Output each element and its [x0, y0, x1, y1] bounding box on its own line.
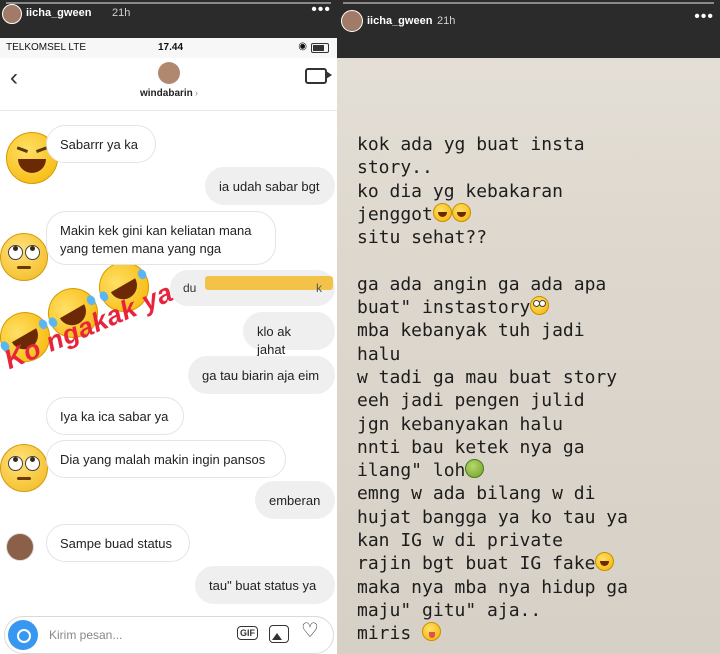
story-line-text: story..: [357, 157, 433, 179]
story-line-text: buat" instastory: [357, 297, 531, 319]
story-line: situ sehat??: [357, 226, 628, 249]
rolling-laughing-icon: [451, 202, 471, 222]
story-line: story..: [357, 156, 628, 179]
contact-avatar-small: [6, 533, 34, 561]
right-story-header: iicha_gween 21h •••: [337, 0, 720, 58]
message-bubble: klo ak jahat: [243, 312, 335, 357]
location-icon: ◉: [298, 41, 307, 52]
message-input-placeholder[interactable]: Kirim pesan...: [49, 628, 122, 642]
story-progress-bar: [343, 2, 714, 4]
more-options-icon[interactable]: •••: [694, 8, 714, 26]
story-line-text: w tadi ga mau buat story: [357, 366, 618, 388]
story-progress-bar: [6, 2, 331, 4]
story-line: eeh jadi pengen julid: [357, 389, 628, 412]
story-line: hujat bangga ya ko tau ya: [357, 506, 628, 529]
story-line-text: jenggot: [357, 203, 433, 225]
nauseated-icon: [465, 459, 485, 479]
story-line: ga ada angin ga ada apa: [357, 273, 628, 296]
redaction-highlight: [205, 276, 333, 290]
story-avatar[interactable]: [341, 10, 363, 32]
message-bubble: Makin kek gini kan keliatan mana yang te…: [46, 211, 276, 265]
story-line-text: situ sehat??: [357, 227, 488, 249]
eye-roll-emoji-icon: [0, 444, 48, 492]
image-icon[interactable]: [269, 625, 289, 643]
story-line: mba kebanyak tuh jadi: [357, 319, 628, 342]
story-line: jgn kebanyakan halu: [357, 413, 628, 436]
phone-status-bar: TELKOMSEL LTE 17.44 ◉: [0, 38, 337, 58]
story-line-text: ga ada angin ga ada apa: [357, 273, 607, 295]
gif-icon[interactable]: GIF: [237, 626, 258, 640]
battery-icon: [311, 43, 329, 53]
story-line: nnti bau ketek nya ga: [357, 436, 628, 459]
message-bubble: tau" buat status ya: [195, 566, 335, 604]
story-line-text: hujat bangga ya ko tau ya: [357, 506, 628, 528]
contact-name-text: windabarin: [140, 88, 193, 99]
story-avatar[interactable]: [2, 4, 22, 24]
story-line: [357, 249, 628, 272]
story-line: miris: [357, 622, 628, 645]
heart-icon[interactable]: ♡: [301, 621, 319, 641]
story-username[interactable]: iicha_gween: [26, 7, 91, 19]
story-line: maka nya mba nya hidup ga: [357, 576, 628, 599]
camera-icon[interactable]: [8, 620, 38, 650]
story-line-text: halu: [357, 343, 401, 365]
story-line: kan IG w di private: [357, 529, 628, 552]
message-bubble: ga tau biarin aja eim: [188, 356, 335, 394]
back-icon[interactable]: ‹: [10, 64, 18, 92]
story-line-text: kok ada yg buat insta: [357, 134, 585, 155]
story-line: emng w ada bilang w di: [357, 482, 628, 505]
message-bubble: emberan: [255, 481, 335, 519]
story-line-text: miris: [357, 623, 423, 645]
story-line: jenggot: [357, 202, 628, 226]
story-line: buat" instastory: [357, 296, 628, 319]
story-line-text: emng w ada bilang w di: [357, 483, 596, 505]
message-bubble: Iya ka ica sabar ya: [46, 397, 184, 435]
story-text-block: kok ada yg buat insta story.. ko dia yg ke…: [357, 133, 628, 646]
status-clock: 17.44: [158, 42, 184, 53]
story-line-text: maju" gitu" aja..: [357, 599, 542, 621]
more-options-icon[interactable]: •••: [311, 1, 331, 19]
redacted-prefix: du: [183, 281, 197, 295]
story-line-text: jgn kebanyakan halu: [357, 413, 563, 435]
story-line: ilang" loh: [357, 459, 628, 482]
story-line: maju" gitu" aja..: [357, 599, 628, 622]
rolling-laughing-icon: [432, 202, 452, 222]
story-line: halu: [357, 343, 628, 366]
story-line-text: ko dia yg kebakaran: [357, 180, 563, 202]
message-composer[interactable]: Kirim pesan... GIF ♡: [4, 616, 334, 654]
message-bubble: Sabarrr ya ka: [46, 125, 156, 163]
story-line: kok ada yg buat insta: [357, 133, 628, 156]
rolling-laughing-icon: [595, 552, 615, 572]
contact-name[interactable]: windabarin ›: [140, 88, 198, 99]
message-bubble: Sampe buad status: [46, 524, 190, 562]
story-line-text: kan IG w di private: [357, 530, 563, 552]
story-time: 21h: [112, 7, 131, 19]
story-line-text: eeh jadi pengen julid: [357, 390, 585, 412]
right-story-panel: iicha_gween 21h ••• kok ada yg buat inst…: [337, 0, 720, 654]
zany-face-icon: [422, 622, 442, 642]
video-call-icon[interactable]: [305, 68, 332, 84]
message-bubble: Dia yang malah makin ingin pansos: [46, 440, 286, 478]
story-time: 21h: [437, 15, 456, 27]
left-story-panel: iicha_gween 21h ••• TELKOMSEL LTE 17.44 …: [0, 0, 337, 654]
story-line-text: nnti bau ketek nya ga: [357, 436, 585, 458]
redacted-suffix: k: [316, 281, 322, 295]
eye-roll-icon: [530, 296, 550, 316]
chevron-right-icon: ›: [194, 88, 199, 99]
story-line: w tadi ga mau buat story: [357, 366, 628, 389]
contact-avatar[interactable]: [158, 62, 180, 84]
message-bubble: ia udah sabar bgt: [205, 167, 335, 205]
chat-header: ‹ windabarin ›: [0, 58, 337, 111]
story-line: ko dia yg kebakaran: [357, 180, 628, 203]
carrier-label: TELKOMSEL LTE: [6, 42, 87, 53]
eye-roll-emoji-icon: [0, 233, 48, 281]
story-line-text: mba kebanyak tuh jadi: [357, 320, 585, 342]
story-line-text: maka nya mba nya hidup ga: [357, 576, 628, 598]
story-line-text: ilang" loh: [357, 460, 466, 482]
story-username[interactable]: iicha_gween: [367, 15, 432, 27]
story-line-text: rajin bgt buat IG fake: [357, 553, 596, 575]
story-line: rajin bgt buat IG fake: [357, 552, 628, 575]
